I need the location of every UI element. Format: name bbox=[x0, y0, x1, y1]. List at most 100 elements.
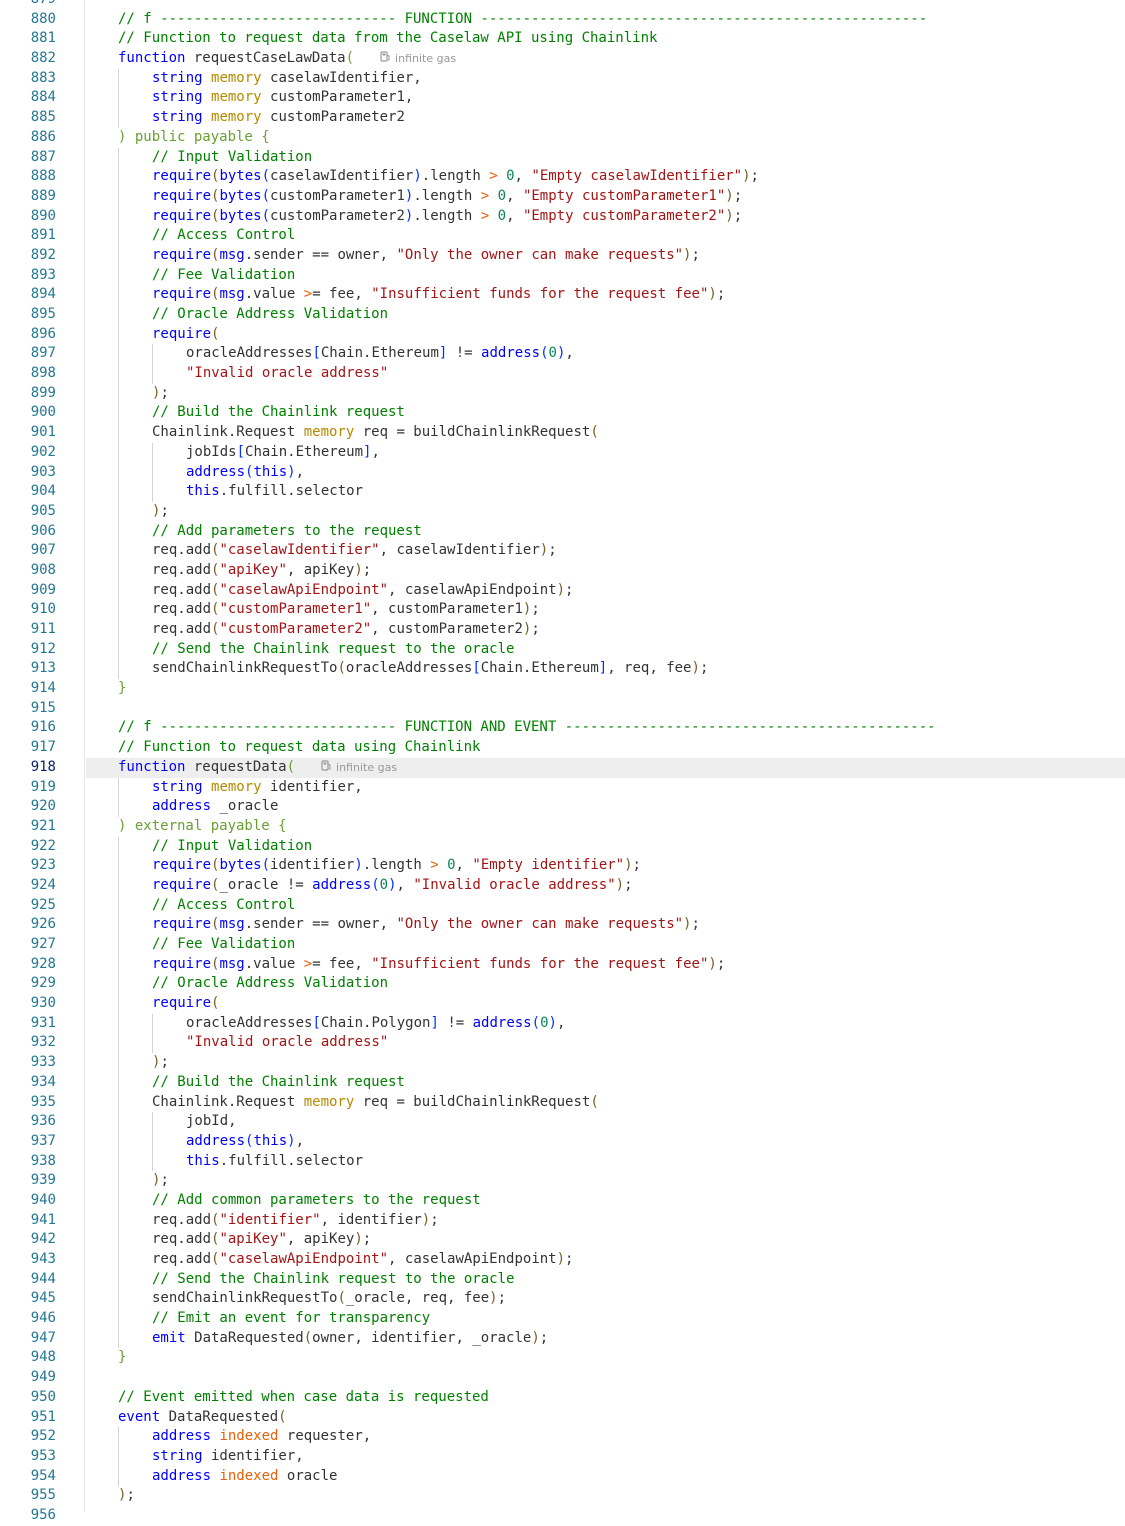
code-line[interactable]: 895 // Oracle Address Validation bbox=[0, 305, 1125, 325]
code-area[interactable]: event DataRequested( bbox=[86, 1408, 1125, 1428]
code-line[interactable]: 923 require(bytes(identifier).length > 0,… bbox=[0, 856, 1125, 876]
code-area[interactable]: this.fulfill.selector bbox=[86, 1151, 1125, 1172]
code-area[interactable]: ); bbox=[86, 501, 1125, 522]
code-area[interactable]: require( bbox=[86, 324, 1125, 345]
code-line[interactable]: 907 req.add("caselawIdentifier", caselawI… bbox=[0, 541, 1125, 561]
code-area[interactable]: string memory customParameter2 bbox=[86, 108, 1125, 128]
code-area[interactable]: ); bbox=[86, 1053, 1125, 1073]
code-line[interactable]: 915 bbox=[0, 699, 1125, 719]
code-line[interactable]: 941 req.add("identifier", identifier); bbox=[0, 1210, 1125, 1231]
code-area[interactable]: // Fee Validation bbox=[86, 265, 1125, 286]
code-line[interactable]: 952 address indexed requester, bbox=[0, 1427, 1125, 1447]
code-area[interactable]: "Invalid oracle address" bbox=[86, 1033, 1125, 1054]
code-area[interactable]: oracleAddresses[Chain.Ethereum] != addre… bbox=[86, 344, 1125, 365]
code-area[interactable]: function requestData(infinite gas bbox=[86, 757, 1125, 778]
code-line[interactable]: 879 bbox=[0, 0, 1125, 10]
code-area[interactable]: // Function to request data from the Cas… bbox=[86, 29, 1125, 49]
code-line[interactable]: 918 function requestData(infinite gas bbox=[0, 757, 1125, 778]
code-line[interactable]: 900 // Build the Chainlink request bbox=[0, 403, 1125, 424]
code-area[interactable] bbox=[86, 699, 1125, 719]
code-area[interactable]: // Add parameters to the request bbox=[86, 521, 1125, 542]
code-line[interactable]: 949 bbox=[0, 1368, 1125, 1388]
code-area[interactable]: string memory identifier, bbox=[86, 777, 1125, 798]
code-area[interactable]: // Send the Chainlink request to the ora… bbox=[86, 1269, 1125, 1290]
code-line[interactable]: 938 this.fulfill.selector bbox=[0, 1151, 1125, 1172]
code-line[interactable]: 893 // Fee Validation bbox=[0, 265, 1125, 286]
code-line[interactable]: 910 req.add("customParameter1", customPar… bbox=[0, 600, 1125, 620]
code-line[interactable]: 880 // f ---------------------------- FUN… bbox=[0, 10, 1125, 30]
code-area[interactable]: ) external payable { bbox=[86, 817, 1125, 837]
code-area[interactable]: Chainlink.Request memory req = buildChai… bbox=[86, 1092, 1125, 1113]
code-line[interactable]: 926 require(msg.sender == owner, "Only th… bbox=[0, 915, 1125, 935]
code-area[interactable]: req.add("caselawApiEndpoint", caselawApi… bbox=[86, 580, 1125, 601]
code-area[interactable]: require( bbox=[86, 994, 1125, 1014]
code-area[interactable]: sendChainlinkRequestTo(oracleAddresses[C… bbox=[86, 659, 1125, 680]
code-line[interactable]: 914} bbox=[0, 679, 1125, 699]
code-line[interactable]: 902 jobIds[Chain.Ethereum], bbox=[0, 442, 1125, 463]
code-area[interactable]: oracleAddresses[Chain.Polygon] != addres… bbox=[86, 1013, 1125, 1034]
code-line[interactable]: 889 require(bytes(customParameter1).lengt… bbox=[0, 186, 1125, 207]
code-line[interactable]: 956 bbox=[0, 1506, 1125, 1526]
code-area[interactable]: req.add("caselawIdentifier", caselawIden… bbox=[86, 541, 1125, 561]
code-line[interactable]: 912 // Send the Chainlink request to the … bbox=[0, 639, 1125, 660]
code-line[interactable]: 899); bbox=[0, 383, 1125, 404]
code-line[interactable]: 946 // Emit an event for transparency bbox=[0, 1309, 1125, 1329]
code-line[interactable]: 898 "Invalid oracle address" bbox=[0, 364, 1125, 384]
code-line[interactable]: 932 "Invalid oracle address" bbox=[0, 1033, 1125, 1054]
code-line[interactable]: 922 // Input Validation bbox=[0, 836, 1125, 857]
code-line[interactable]: 920 address _oracle bbox=[0, 797, 1125, 817]
code-line[interactable]: 921) external payable { bbox=[0, 817, 1125, 837]
code-line[interactable]: 930 require( bbox=[0, 994, 1125, 1014]
code-line[interactable]: 940 // Add common parameters to the reque… bbox=[0, 1190, 1125, 1211]
code-area[interactable] bbox=[86, 0, 1125, 10]
code-line[interactable]: 888 require(bytes(caselawIdentifier).leng… bbox=[0, 167, 1125, 187]
code-area[interactable]: require(_oracle != address(0), "Invalid … bbox=[86, 875, 1125, 896]
code-line[interactable]: 908 req.add("apiKey", apiKey); bbox=[0, 560, 1125, 581]
code-area[interactable]: require(msg.value >= fee, "Insufficient … bbox=[86, 285, 1125, 305]
code-line[interactable]: 892 require(msg.sender == owner, "Only th… bbox=[0, 245, 1125, 266]
code-area[interactable]: require(msg.sender == owner, "Only the o… bbox=[86, 245, 1125, 266]
code-area[interactable]: jobIds[Chain.Ethereum], bbox=[86, 442, 1125, 463]
code-area[interactable]: require(msg.sender == owner, "Only the o… bbox=[86, 915, 1125, 935]
code-area[interactable]: req.add("apiKey", apiKey); bbox=[86, 560, 1125, 581]
code-area[interactable] bbox=[86, 1506, 1125, 1526]
code-area[interactable]: function requestCaseLawData(infinite gas bbox=[86, 49, 1125, 69]
code-area[interactable]: string memory customParameter1, bbox=[86, 88, 1125, 109]
code-line[interactable]: 943 req.add("caselawApiEndpoint", caselaw… bbox=[0, 1250, 1125, 1270]
code-area[interactable]: "Invalid oracle address" bbox=[86, 364, 1125, 384]
code-line[interactable]: 894 require(msg.value >= fee, "Insufficie… bbox=[0, 285, 1125, 305]
code-area[interactable]: address(this), bbox=[86, 462, 1125, 483]
code-area[interactable]: // Add common parameters to the request bbox=[86, 1190, 1125, 1211]
code-area[interactable]: // Input Validation bbox=[86, 836, 1125, 857]
code-line[interactable]: 886) public payable { bbox=[0, 128, 1125, 148]
code-line[interactable]: 947 emit DataRequested(owner, identifier,… bbox=[0, 1328, 1125, 1349]
code-area[interactable]: ); bbox=[86, 383, 1125, 404]
code-line[interactable]: 903 address(this), bbox=[0, 462, 1125, 483]
code-area[interactable]: // Event emitted when case data is reque… bbox=[86, 1388, 1125, 1408]
code-line[interactable]: 948} bbox=[0, 1348, 1125, 1368]
code-line[interactable]: 936 jobId, bbox=[0, 1112, 1125, 1132]
code-line[interactable]: 904 this.fulfill.selector bbox=[0, 482, 1125, 502]
code-line[interactable]: 882 function requestCaseLawData(infinite … bbox=[0, 49, 1125, 69]
gas-estimate-hint[interactable]: infinite gas bbox=[321, 758, 397, 778]
code-line[interactable]: 884 string memory customParameter1, bbox=[0, 88, 1125, 109]
code-area[interactable]: address indexed oracle bbox=[86, 1466, 1125, 1487]
code-line[interactable]: 896 require( bbox=[0, 324, 1125, 345]
code-area[interactable]: req.add("caselawApiEndpoint", caselawApi… bbox=[86, 1250, 1125, 1270]
code-line[interactable]: 891 // Access Control bbox=[0, 226, 1125, 246]
code-area[interactable]: emit DataRequested(owner, identifier, _o… bbox=[86, 1328, 1125, 1349]
code-area[interactable]: // Oracle Address Validation bbox=[86, 305, 1125, 325]
code-area[interactable]: // Oracle Address Validation bbox=[86, 974, 1125, 995]
code-line[interactable]: 927 // Fee Validation bbox=[0, 935, 1125, 955]
code-area[interactable]: req.add("apiKey", apiKey); bbox=[86, 1230, 1125, 1250]
code-area[interactable]: string identifier, bbox=[86, 1446, 1125, 1467]
code-area[interactable]: ) public payable { bbox=[86, 128, 1125, 148]
code-area[interactable]: // Fee Validation bbox=[86, 935, 1125, 955]
code-area[interactable]: req.add("identifier", identifier); bbox=[86, 1210, 1125, 1231]
code-line[interactable]: 925 // Access Control bbox=[0, 895, 1125, 916]
code-editor[interactable]: 879880 // f ---------------------------- … bbox=[0, 0, 1125, 1526]
code-line[interactable]: 913 sendChainlinkRequestTo(oracleAddresse… bbox=[0, 659, 1125, 680]
code-line[interactable]: 929 // Oracle Address Validation bbox=[0, 974, 1125, 995]
code-line[interactable]: 883 string memory caselawIdentifier, bbox=[0, 68, 1125, 89]
code-line[interactable]: 911 req.add("customParameter2", customPar… bbox=[0, 620, 1125, 640]
